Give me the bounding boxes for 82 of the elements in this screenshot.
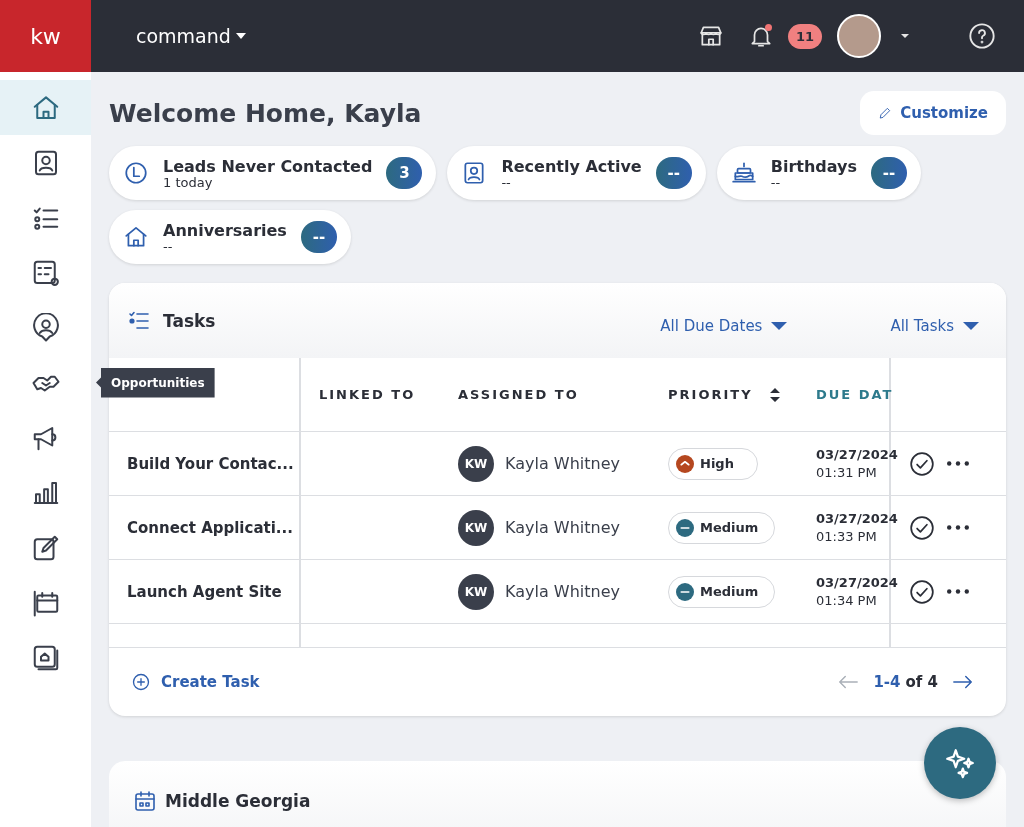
page-title: Welcome Home, Kayla <box>109 98 422 128</box>
store-icon <box>697 23 724 49</box>
assignee-name: Kayla Whitney <box>505 582 620 601</box>
store-button[interactable] <box>697 23 724 49</box>
assignee-name: Kayla Whitney <box>505 518 620 537</box>
highlight-subtitle: -- <box>501 175 511 190</box>
highlight-card[interactable]: Recently Active -- -- <box>447 146 706 200</box>
complete-button[interactable] <box>909 514 935 541</box>
avatar: KW <box>458 573 494 610</box>
task-name[interactable]: Build Your Contac... <box>127 454 294 473</box>
card-title: Tasks <box>163 310 216 331</box>
assistant-button[interactable] <box>924 727 996 799</box>
highlight-title: Recently Active <box>501 156 642 176</box>
more-icon <box>947 589 969 594</box>
more-icon <box>947 525 969 530</box>
highlight-card[interactable]: Birthdays -- -- <box>716 146 922 200</box>
pencil-icon <box>878 106 893 120</box>
highlight-title: Anniversaries <box>163 220 287 240</box>
check-circle-icon <box>909 514 935 541</box>
count-badge: -- <box>655 157 692 189</box>
more-icon <box>947 461 969 466</box>
column-header[interactable]: ASSIGNED TO <box>458 387 579 402</box>
nav-item[interactable] <box>0 80 91 135</box>
sort-icon <box>768 386 781 403</box>
sparkles-icon <box>943 746 977 780</box>
column-header[interactable]: DUE DAT <box>816 387 894 402</box>
highlight-card[interactable]: Anniversaries -- -- <box>109 210 351 264</box>
due-date: 03/27/2024 <box>816 509 898 528</box>
highlight-title: Leads Never Contacted <box>163 156 373 176</box>
filter-dropdown[interactable]: All Tasks <box>890 316 980 335</box>
tooltip: Opportunities <box>96 367 215 398</box>
customize-button[interactable]: Customize <box>860 91 1006 135</box>
task-name[interactable]: Launch Agent Site <box>127 582 282 601</box>
check-circle-icon <box>909 450 935 477</box>
column-header[interactable]: PRIORITY <box>668 387 753 402</box>
sort-button[interactable] <box>768 386 781 403</box>
assignee-name: Kayla Whitney <box>505 454 620 473</box>
caret-icon <box>770 320 789 331</box>
caret-icon <box>234 31 247 41</box>
due-time: 01:31 PM <box>816 463 878 482</box>
highlight-subtitle: -- <box>163 239 174 254</box>
plus-circle-icon <box>131 672 151 692</box>
check-circle-icon <box>909 578 935 605</box>
notification-count: 11 <box>787 23 822 49</box>
person-pin-icon <box>30 312 61 343</box>
due-time: 01:34 PM <box>816 591 878 610</box>
due-date: 03/27/2024 <box>816 445 898 464</box>
due-date: 03/27/2024 <box>816 573 898 592</box>
more-button[interactable] <box>947 589 969 594</box>
highlight-subtitle: -- <box>770 175 781 190</box>
complete-button[interactable] <box>909 450 935 477</box>
column-header[interactable]: LINKED TO <box>319 387 416 402</box>
count-badge: -- <box>300 221 337 253</box>
page-range: 1-4 <box>873 673 901 691</box>
filter-dropdown[interactable]: All Due Dates <box>660 316 789 335</box>
caret-icon <box>962 320 980 331</box>
calendar-icon <box>133 789 157 813</box>
clock-icon <box>123 160 149 186</box>
count-badge: -- <box>871 157 908 189</box>
cake-icon <box>730 160 757 186</box>
complete-button[interactable] <box>909 578 935 605</box>
task-name[interactable]: Connect Applicati... <box>127 518 293 537</box>
due-time: 01:33 PM <box>816 527 878 546</box>
help-icon <box>968 22 996 50</box>
product-menu[interactable]: command <box>136 25 247 47</box>
home-icon <box>123 224 149 250</box>
avatar: KW <box>458 445 494 482</box>
avatar: KW <box>458 509 494 546</box>
avatar[interactable] <box>837 14 881 58</box>
highlight-subtitle: 1 today <box>163 175 214 190</box>
more-button[interactable] <box>947 461 969 466</box>
help-button[interactable] <box>968 22 996 50</box>
more-button[interactable] <box>947 525 969 530</box>
highlight-title: Birthdays <box>770 156 858 176</box>
create-task-button[interactable]: Create Task <box>131 672 260 692</box>
card-title: Middle Georgia <box>165 791 311 811</box>
page-total: of 4 <box>905 673 938 691</box>
highlight-card[interactable]: Leads Never Contacted 1 today 3 <box>109 146 437 200</box>
count-badge: 3 <box>386 157 423 189</box>
logo[interactable]: kw <box>0 0 91 72</box>
account-menu-button[interactable] <box>900 33 910 39</box>
caret-icon <box>900 33 910 39</box>
